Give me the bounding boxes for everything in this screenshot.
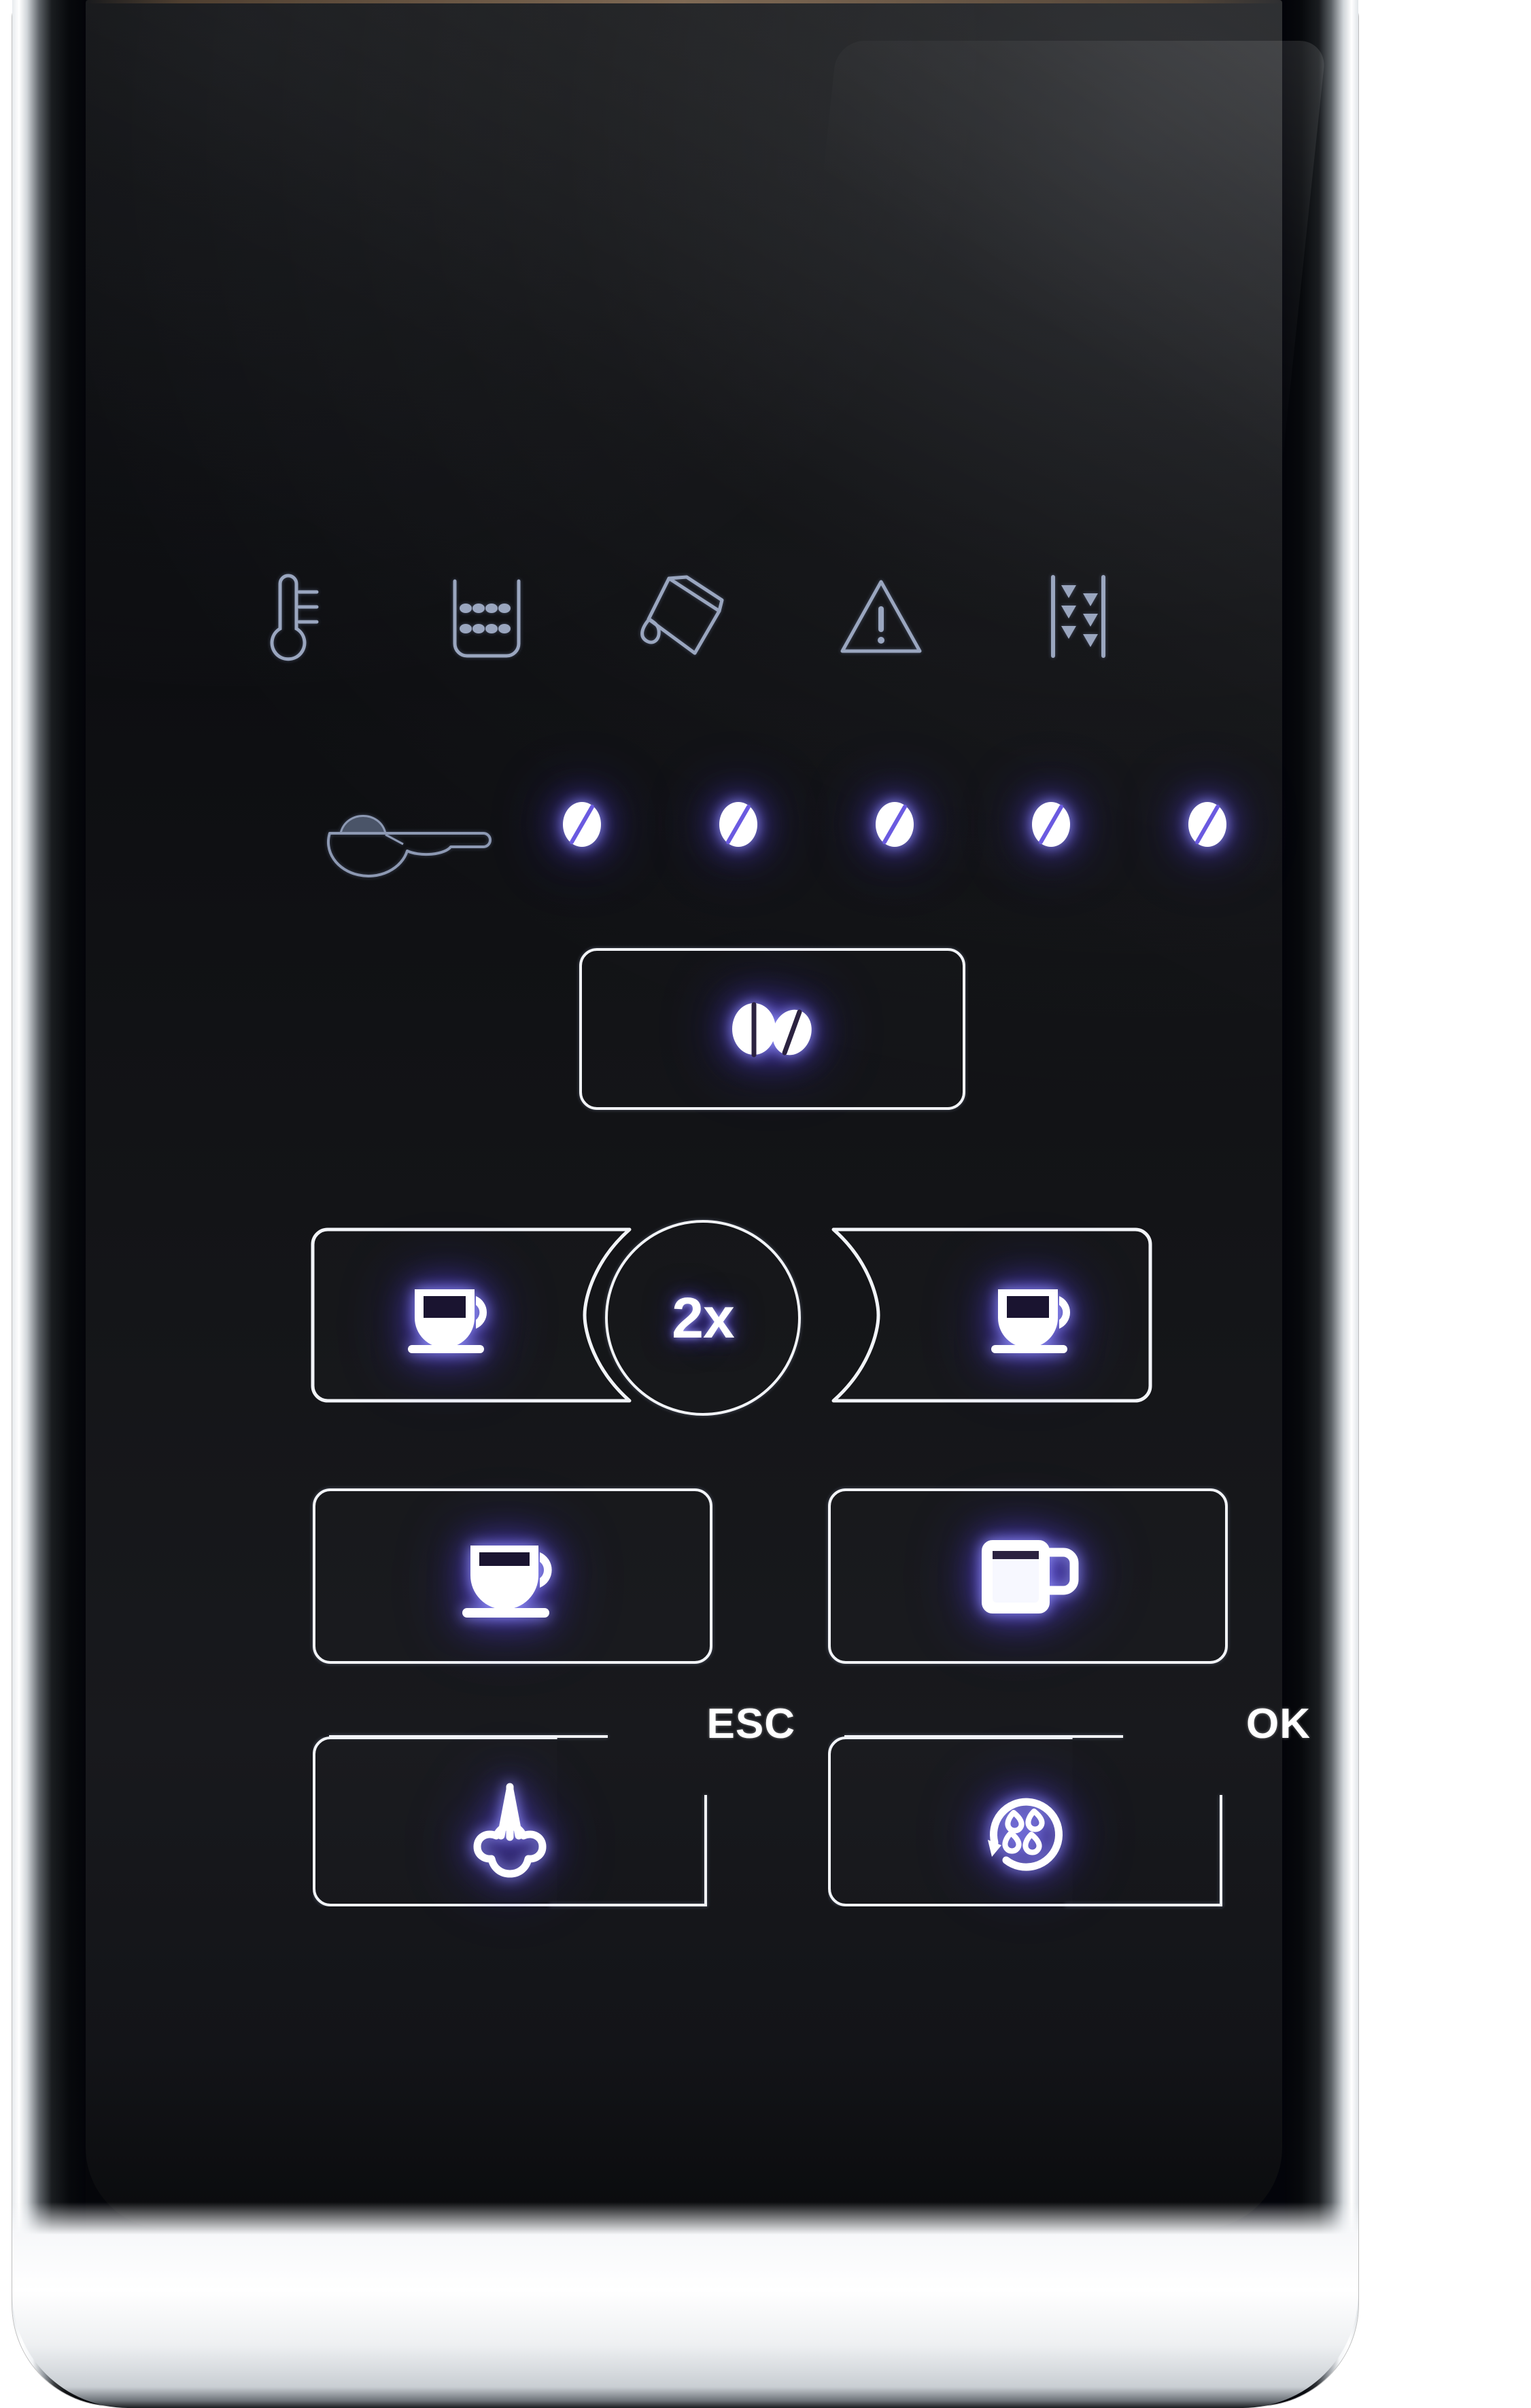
grounds-container-icon — [443, 569, 531, 664]
espresso-cup-icon — [402, 1274, 504, 1356]
two-beans-icon — [721, 992, 823, 1066]
double-shot-label: 2x — [672, 1286, 734, 1350]
screenshot-stage: 2x ESC OK — [0, 0, 1531, 2408]
warning-triangle-icon — [837, 572, 925, 661]
ok-button[interactable]: OK — [828, 1700, 1310, 1906]
coffee-button[interactable] — [313, 1488, 712, 1664]
machine-bezel-bottom — [12, 2121, 1358, 2408]
coffee-bean-led — [1024, 797, 1078, 852]
thermometer-icon — [257, 569, 322, 664]
panel-top-edge-highlight — [86, 0, 1282, 3]
strength-led-group — [555, 767, 1235, 882]
esc-button-top-border — [329, 1735, 608, 1738]
coffee-bean-led — [867, 797, 922, 852]
esc-icon-wrap — [313, 1777, 707, 1878]
coffee-bean-led — [1180, 797, 1235, 852]
espresso-button-right[interactable] — [827, 1227, 1180, 1403]
cleaning-icon — [974, 1777, 1076, 1879]
status-indicator-grinder — [980, 569, 1177, 664]
bezel-left-rail — [12, 0, 86, 2243]
status-indicator-warning — [782, 572, 980, 661]
ok-label: OK — [1246, 1700, 1311, 1747]
status-indicator-temperature — [191, 569, 388, 664]
water-tank-icon — [636, 569, 732, 664]
coffee-strength-row — [86, 767, 1282, 882]
grinder-icon — [1041, 569, 1116, 664]
coffee-cup-icon — [457, 1532, 569, 1620]
steam-icon — [464, 1777, 556, 1878]
mug-button[interactable] — [828, 1488, 1228, 1664]
status-indicator-grounds-container — [388, 569, 585, 664]
espresso-cup-icon — [986, 1274, 1088, 1356]
ok-icon-wrap — [828, 1777, 1222, 1879]
ground-coffee-scoop-icon — [320, 795, 492, 877]
ok-button-bottom-border — [1065, 1904, 1222, 1906]
coffee-mug-icon — [974, 1531, 1082, 1622]
esc-label: ESC — [706, 1700, 795, 1747]
double-shot-button[interactable]: 2x — [605, 1220, 801, 1416]
esc-button-bottom-border — [549, 1904, 707, 1906]
coffee-bean-led — [711, 797, 766, 852]
bean-strength-button[interactable] — [579, 948, 965, 1110]
status-indicator-row — [86, 559, 1282, 674]
esc-button[interactable]: ESC — [313, 1700, 795, 1906]
status-indicator-water-tank — [585, 569, 782, 664]
ok-button-top-border — [844, 1735, 1123, 1738]
bezel-right-rail — [1285, 0, 1358, 2243]
coffee-bean-led — [555, 797, 609, 852]
